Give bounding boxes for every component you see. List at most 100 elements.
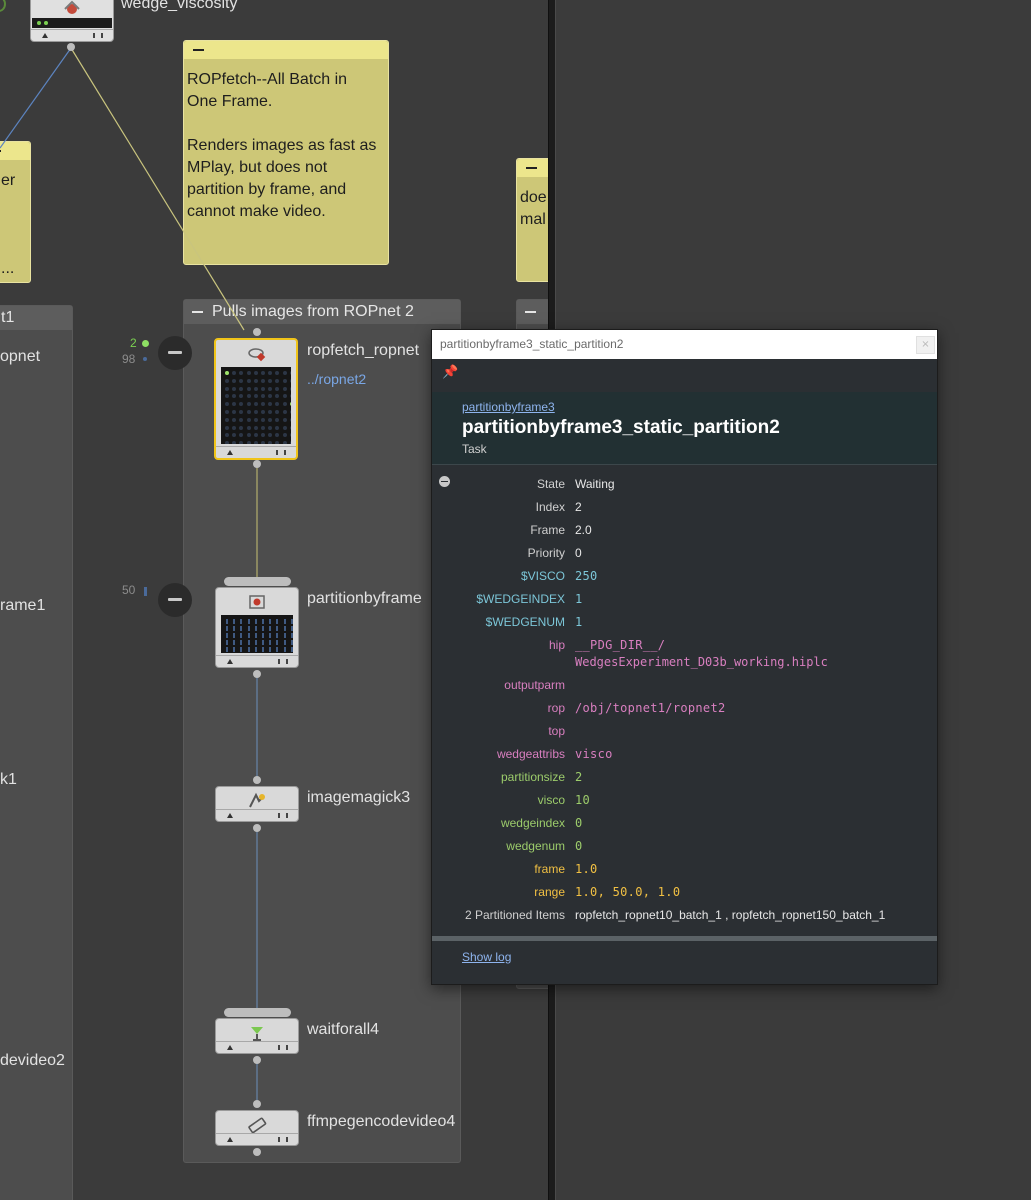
node-ropfetch-label: ropfetch_ropnet	[307, 342, 420, 359]
waiting-count-dot	[143, 357, 147, 361]
node-wedge-viscosity[interactable]	[30, 0, 114, 42]
work-item-bar	[247, 640, 250, 645]
work-item-dot	[282, 441, 287, 444]
attribute-row: rop/obj/topnet1/ropnet2	[432, 701, 937, 724]
work-item-dot	[268, 410, 273, 414]
work-item-dot	[289, 441, 291, 444]
work-item-dot	[239, 371, 244, 375]
node-footer	[31, 29, 113, 41]
work-item-bar	[240, 647, 243, 652]
work-item-dot	[246, 425, 251, 430]
work-item-dot	[239, 386, 244, 391]
work-item-dot	[253, 417, 258, 422]
work-item-dot	[289, 417, 291, 422]
task-name: partitionbyframe3_static_partition2	[462, 417, 780, 438]
work-item-dot	[253, 441, 258, 444]
task-info-panel[interactable]: partitionbyframe3_static_partition2 × 📌 …	[431, 329, 938, 985]
work-item-dot	[232, 386, 237, 391]
show-log-link[interactable]: Show log	[462, 950, 511, 964]
node-ropfetch-ropnet[interactable]	[214, 338, 298, 460]
input-port[interactable]	[253, 776, 261, 784]
attribute-value: Waiting	[575, 477, 615, 491]
work-item-bar	[269, 626, 272, 631]
attribute-key: $VISCO	[520, 569, 565, 583]
output-port[interactable]	[253, 824, 261, 832]
input-port[interactable]	[253, 328, 261, 336]
attribute-key: wedgeattribs	[496, 747, 565, 761]
work-item-dot	[232, 441, 237, 444]
attribute-key: wedgeindex	[500, 816, 565, 830]
work-item-dot	[289, 386, 291, 391]
work-item-grid[interactable]	[221, 367, 291, 444]
done-count-dot	[142, 340, 149, 347]
work-item-bar	[276, 619, 279, 624]
task-status-button[interactable]	[158, 336, 192, 370]
work-item-bar	[240, 640, 243, 645]
output-port[interactable]	[253, 670, 261, 678]
work-item-bar	[283, 647, 286, 652]
work-item-dot	[246, 394, 251, 399]
node-ffmpegencodevideo4[interactable]	[215, 1110, 299, 1146]
attribute-row: visco 10	[432, 793, 937, 816]
node-partitionbyframe[interactable]	[215, 587, 299, 668]
work-item-dot	[282, 371, 287, 375]
task-kind: Task	[462, 442, 487, 456]
work-item-bar	[226, 640, 228, 645]
output-port[interactable]	[253, 1148, 261, 1156]
node-waitforall4[interactable]	[215, 1018, 299, 1054]
close-button[interactable]: ×	[916, 336, 935, 354]
attribute-row: Frame 2.0	[432, 523, 937, 546]
waiting-count: 98	[122, 352, 136, 366]
attribute-row: $WEDGENUM 1	[432, 615, 937, 638]
work-item-dot	[268, 394, 273, 399]
work-item-dot	[225, 378, 229, 383]
attribute-key: 2 Partitioned Items	[464, 908, 565, 922]
task-status-button[interactable]	[158, 583, 192, 617]
attribute-value: 1	[575, 592, 583, 606]
work-item-dot	[225, 441, 229, 444]
parent-node-link[interactable]: partitionbyframe3	[462, 400, 555, 414]
work-item-dot	[275, 425, 280, 430]
work-item-dot	[289, 394, 291, 399]
task-info-titlebar[interactable]: partitionbyframe3_static_partition2 ×	[432, 330, 937, 359]
work-item-dot	[225, 402, 229, 407]
done-dot	[37, 21, 41, 25]
attribute-row: top	[432, 724, 937, 747]
work-item-dot	[239, 378, 244, 383]
work-item-bar	[233, 619, 236, 624]
work-item-grid[interactable]	[221, 615, 293, 653]
work-item-dot	[275, 394, 280, 399]
work-item-dot	[282, 425, 287, 430]
work-item-bar	[276, 647, 279, 652]
work-item-dot	[232, 378, 237, 383]
work-item-dot	[275, 417, 280, 422]
work-item-bar	[283, 626, 286, 631]
work-item-dot	[239, 402, 244, 407]
work-item-dot	[275, 371, 280, 375]
work-item-dot	[225, 386, 229, 391]
work-item-dot	[225, 433, 229, 438]
work-item-bar	[262, 626, 264, 631]
work-item-bar	[283, 640, 286, 645]
work-item-bar	[240, 626, 243, 631]
waiting-count: 50	[122, 583, 136, 597]
output-port[interactable]	[67, 43, 75, 51]
output-port[interactable]	[253, 1056, 261, 1064]
work-item-bar	[262, 633, 264, 638]
work-item-dot	[289, 425, 291, 430]
pin-icon[interactable]: 📌	[442, 365, 458, 380]
work-item-dot	[275, 433, 280, 438]
attribute-key: $WEDGENUM	[485, 615, 565, 629]
attribute-row: frame 1.0	[432, 862, 937, 885]
output-port[interactable]	[253, 460, 261, 468]
work-item-bar	[226, 626, 228, 631]
work-item-dot	[268, 402, 273, 407]
input-port[interactable]	[253, 1100, 261, 1108]
attribute-key: top	[548, 724, 565, 738]
attribute-row: $WEDGEINDEX 1	[432, 592, 937, 615]
work-item-dot	[232, 402, 237, 407]
node-imagemagick3[interactable]	[215, 786, 299, 822]
partition-icon	[249, 595, 265, 609]
work-item-dot	[232, 425, 237, 430]
task-info-toolbar: 📌	[432, 359, 937, 390]
